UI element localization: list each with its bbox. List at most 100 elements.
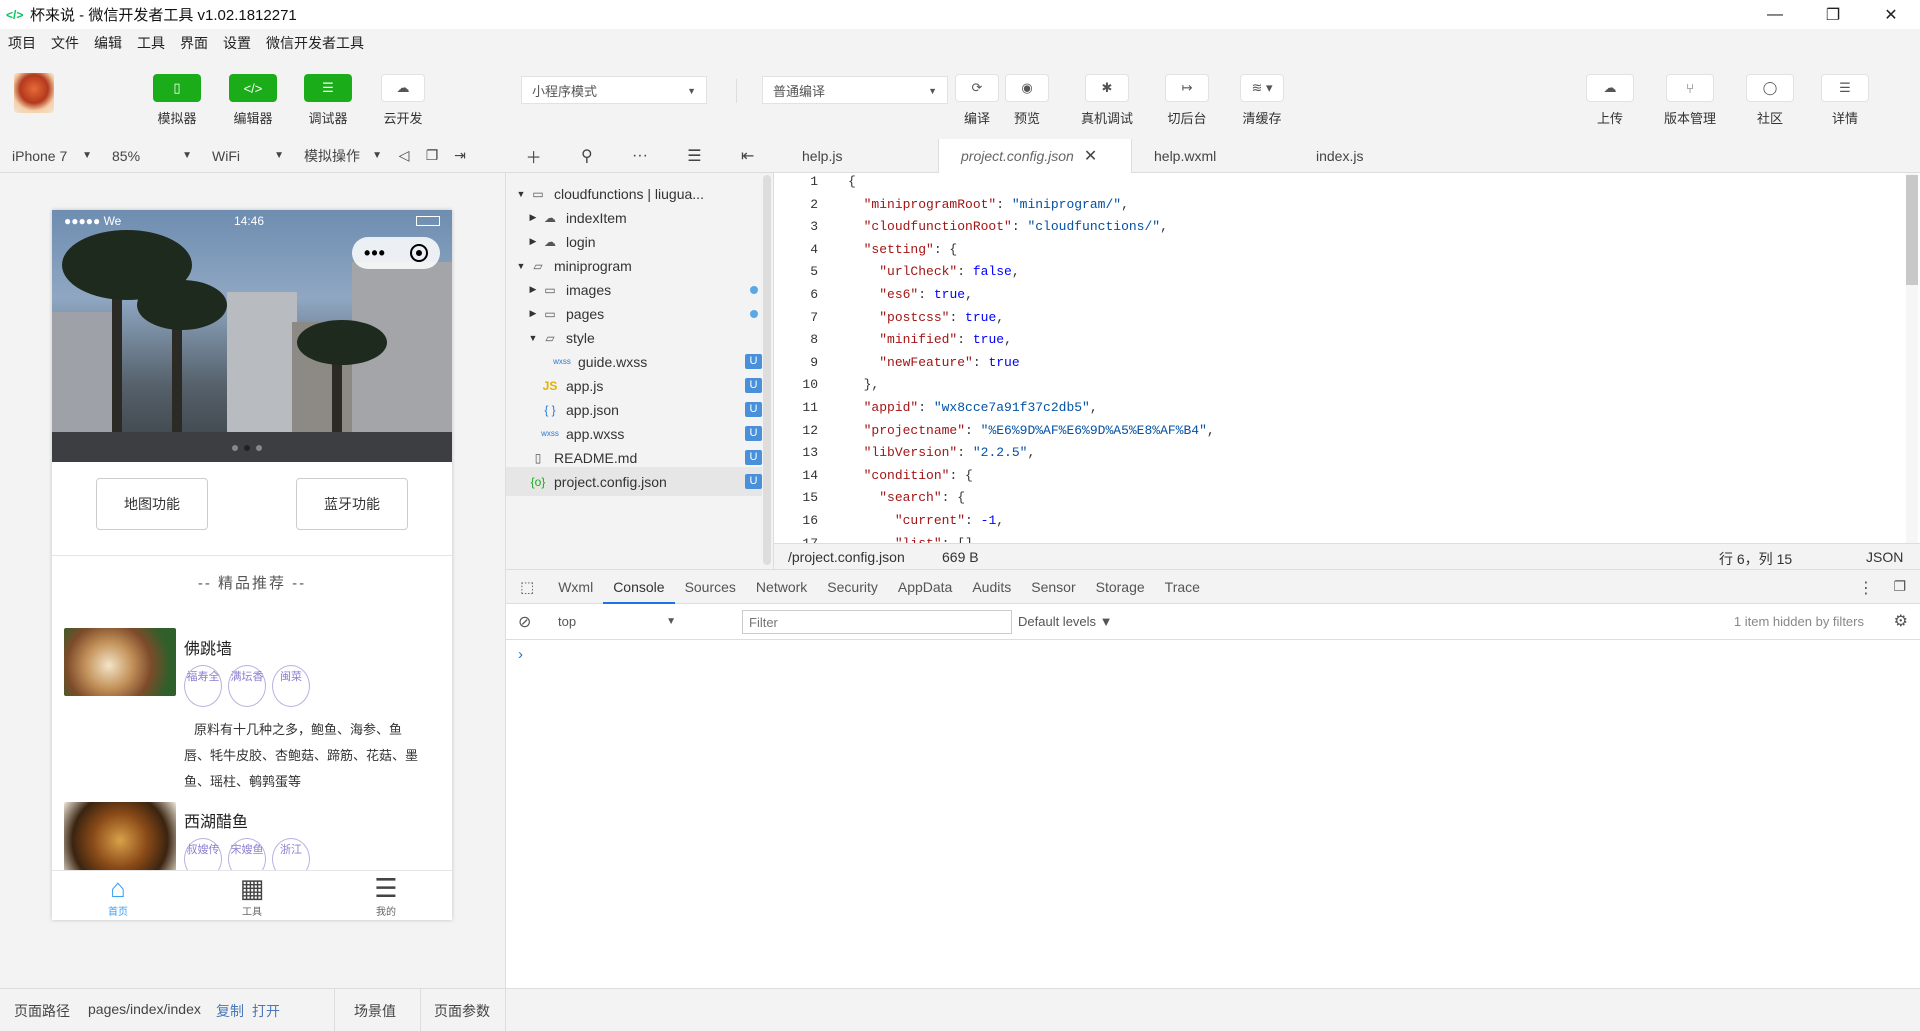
- console-output[interactable]: ›: [506, 640, 1920, 990]
- avatar[interactable]: [14, 73, 54, 113]
- zoom-select[interactable]: 85% ▼: [100, 139, 200, 173]
- simulator-toggle[interactable]: ▯ 模拟器: [142, 74, 212, 127]
- tab-index-js[interactable]: index.js: [1294, 139, 1434, 173]
- code-line[interactable]: 5 "urlCheck": false,: [774, 261, 1904, 283]
- editor-toggle[interactable]: </> 编辑器: [218, 74, 288, 127]
- restore-button[interactable]: ❐: [1804, 0, 1862, 29]
- capsule-menu[interactable]: •••: [352, 237, 440, 269]
- sort-icon[interactable]: ☰: [687, 146, 701, 166]
- filetree-scrollbar[interactable]: [763, 175, 771, 565]
- close-window-button[interactable]: ✕: [1862, 0, 1920, 29]
- code-line[interactable]: 7 "postcss": true,: [774, 307, 1904, 329]
- tab-help-wxml[interactable]: help.wxml: [1132, 139, 1294, 173]
- tab-profile[interactable]: ☰ 我的: [356, 873, 416, 918]
- debugger-toggle[interactable]: ☰ 调试器: [293, 74, 363, 127]
- tab-sensor[interactable]: Sensor: [1021, 570, 1085, 604]
- tab-project-config-json[interactable]: project.config.json ✕: [938, 139, 1132, 173]
- language-mode[interactable]: JSON: [1866, 549, 1903, 565]
- gear-icon[interactable]: ⚙: [1894, 611, 1908, 631]
- console-filter-input[interactable]: [742, 610, 1012, 634]
- version-button[interactable]: ⑂ 版本管理: [1655, 74, 1725, 127]
- volume-icon[interactable]: ◁: [390, 147, 418, 164]
- code-line[interactable]: 10 },: [774, 374, 1904, 396]
- tree-item[interactable]: {o} project.config.json U: [506, 467, 762, 496]
- minimize-button[interactable]: —: [1746, 0, 1804, 29]
- dish-name[interactable]: 佛跳墙: [184, 635, 232, 659]
- details-button[interactable]: ☰ 详情: [1810, 74, 1880, 127]
- tab-tools[interactable]: ▦ 工具: [222, 873, 282, 918]
- code-line[interactable]: 1{: [774, 173, 1904, 193]
- device-select[interactable]: iPhone 7 ▼: [0, 139, 100, 173]
- bluetooth-feature-button[interactable]: 蓝牙功能: [296, 478, 408, 530]
- more-icon[interactable]: •••: [364, 243, 386, 264]
- inspect-icon[interactable]: ⬚: [520, 578, 534, 596]
- menu-edit[interactable]: 编辑: [94, 33, 122, 53]
- menu-project[interactable]: 项目: [8, 33, 36, 53]
- undock-icon[interactable]: ❐: [1893, 578, 1906, 595]
- dish-name[interactable]: 西湖醋鱼: [184, 808, 248, 832]
- caret-down-icon[interactable]: ▼: [514, 261, 528, 271]
- more-icon[interactable]: ···: [632, 147, 648, 165]
- tab-network[interactable]: Network: [746, 570, 817, 604]
- clear-console-icon[interactable]: ⊘: [518, 612, 531, 632]
- add-icon[interactable]: ＋: [526, 144, 542, 168]
- code-line[interactable]: 3 "cloudfunctionRoot": "cloudfunctions/"…: [774, 216, 1904, 238]
- tab-appdata[interactable]: AppData: [888, 570, 962, 604]
- code-line[interactable]: 11 "appid": "wx8cce7a91f37c2db5",: [774, 397, 1904, 419]
- close-icon[interactable]: ✕: [1084, 146, 1097, 166]
- carousel-dot[interactable]: [232, 445, 238, 451]
- tab-storage[interactable]: Storage: [1086, 570, 1155, 604]
- cursor-position[interactable]: 行 6，列 15: [1719, 549, 1792, 569]
- detach-icon[interactable]: ⇥: [446, 147, 474, 164]
- cloud-dev-button[interactable]: ☁ 云开发: [368, 74, 438, 127]
- upload-button[interactable]: ☁ 上传: [1575, 74, 1645, 127]
- code-line[interactable]: 17 "list": []: [774, 533, 1904, 543]
- tab-help-js[interactable]: help.js: [774, 139, 938, 173]
- dish-image-xihucuyu[interactable]: [64, 802, 176, 872]
- code-line[interactable]: 6 "es6": true,: [774, 284, 1904, 306]
- menu-file[interactable]: 文件: [51, 33, 79, 53]
- network-select[interactable]: WiFi ▼: [200, 139, 292, 173]
- windows-icon[interactable]: ❐: [418, 147, 446, 164]
- code-line[interactable]: 15 "search": {: [774, 487, 1904, 509]
- caret-right-icon[interactable]: ▶: [526, 236, 540, 247]
- page-params-button[interactable]: 页面参数: [434, 1001, 490, 1021]
- menu-wechat-devtools[interactable]: 微信开发者工具: [266, 33, 364, 53]
- caret-right-icon[interactable]: ▶: [526, 308, 540, 319]
- code-line[interactable]: 8 "minified": true,: [774, 329, 1904, 351]
- code-line[interactable]: 4 "setting": {: [774, 239, 1904, 261]
- open-path-link[interactable]: 打开: [252, 1001, 280, 1021]
- carousel-dot-active[interactable]: [244, 445, 250, 451]
- tab-console[interactable]: Console: [603, 570, 675, 604]
- code-line[interactable]: 16 "current": -1,: [774, 510, 1904, 532]
- clear-cache-button[interactable]: ≋ ▾ 清缓存: [1227, 74, 1297, 127]
- code-line[interactable]: 2 "miniprogramRoot": "miniprogram/",: [774, 194, 1904, 216]
- caret-right-icon[interactable]: ▶: [526, 212, 540, 223]
- preview-button[interactable]: ◉ 预览: [992, 74, 1062, 127]
- caret-down-icon[interactable]: ▼: [526, 333, 540, 343]
- dish-image-fotiaoqiang[interactable]: [64, 628, 176, 696]
- search-icon[interactable]: ⚲: [581, 146, 593, 166]
- context-select[interactable]: top ▼: [546, 610, 686, 634]
- community-button[interactable]: ◯ 社区: [1735, 74, 1805, 127]
- copy-path-link[interactable]: 复制: [216, 1001, 244, 1021]
- menu-tools[interactable]: 工具: [137, 33, 165, 53]
- menu-view[interactable]: 界面: [180, 33, 208, 53]
- kebab-menu-icon[interactable]: ⋮: [1858, 578, 1874, 598]
- simulate-operation-select[interactable]: 模拟操作 ▼: [292, 139, 390, 173]
- scene-value-button[interactable]: 场景值: [354, 1001, 396, 1021]
- close-miniprogram-icon[interactable]: [409, 244, 428, 262]
- map-feature-button[interactable]: 地图功能: [96, 478, 208, 530]
- tab-security[interactable]: Security: [817, 570, 888, 604]
- tab-trace[interactable]: Trace: [1155, 570, 1210, 604]
- mode-select[interactable]: 小程序模式 ▼: [521, 76, 707, 104]
- tab-audits[interactable]: Audits: [962, 570, 1021, 604]
- carousel-dot[interactable]: [256, 445, 262, 451]
- tab-wxml[interactable]: Wxml: [548, 570, 603, 604]
- tab-sources[interactable]: Sources: [675, 570, 746, 604]
- menu-settings[interactable]: 设置: [223, 33, 251, 53]
- editor-scroll-thumb[interactable]: [1906, 175, 1918, 285]
- code-line[interactable]: 13 "libVersion": "2.2.5",: [774, 442, 1904, 464]
- tab-home[interactable]: ⌂ 首页: [88, 873, 148, 918]
- collapse-icon[interactable]: ⇤: [741, 146, 754, 166]
